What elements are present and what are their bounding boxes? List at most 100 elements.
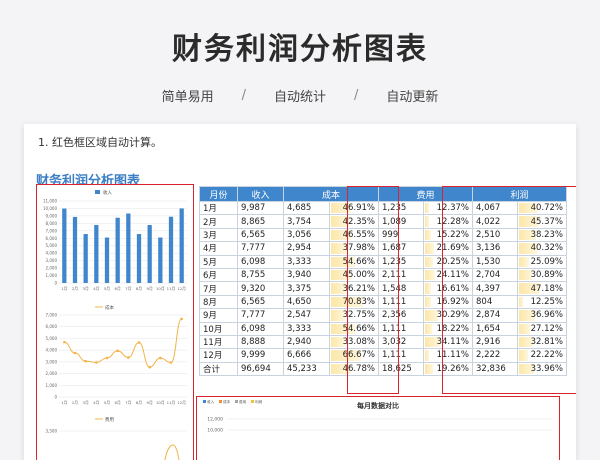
y-tick-label: 7,000: [46, 313, 58, 318]
ratio-bar: [519, 256, 530, 267]
cell-inc: 6,565: [237, 294, 284, 310]
cell-pp: 25.09%: [517, 254, 567, 269]
x-tick-label: 5月: [104, 400, 110, 405]
ratio-bar: [519, 350, 528, 361]
table-row: 7月 9,320 3,375 36.21% 1,548 16.61% 4,397 47.18%: [199, 281, 567, 296]
cell-fp: 18.22%: [423, 321, 473, 336]
y-tick-label: 9,000: [46, 213, 58, 218]
cell-fp: 24.11%: [423, 267, 473, 283]
cell-m: 合计: [199, 361, 238, 377]
cell-profit: 4,397: [471, 281, 519, 296]
cost-point: [95, 361, 98, 364]
cell-m: 5月: [199, 254, 238, 269]
cell-profit: 4,022: [471, 214, 519, 229]
cell-fee: 1,235: [377, 200, 425, 216]
table-row: 3月 6,565 3,056 46.55% 999 15.22% 2,510 38.23%: [199, 227, 567, 243]
header-fee: 费用: [378, 186, 473, 202]
income-bar: [126, 213, 131, 283]
cell-fp: 30.29%: [423, 308, 473, 323]
ratio-value: 12.28%: [436, 216, 469, 227]
ratio-bar: [425, 243, 434, 254]
cell-m: 1月: [199, 200, 238, 216]
ratio-value: 36.96%: [530, 310, 563, 321]
ratio-value: 16.92%: [436, 296, 469, 307]
cost-point: [63, 340, 66, 344]
cell-m: 9月: [199, 308, 238, 323]
cell-cp: 37.98%: [328, 241, 380, 256]
y-tick-label: 1,000: [46, 383, 58, 388]
income-bar: [94, 225, 99, 283]
income-bar: [158, 237, 163, 283]
legend-swatch: [235, 400, 238, 403]
cell-cost: 3,056: [283, 227, 330, 243]
cell-inc: 7,777: [237, 241, 284, 256]
cell-m: 2月: [199, 214, 238, 229]
monthly-compare-chart: 每月数据对比 收入 成本 费用 利润 12,000 10,000: [196, 396, 560, 460]
y-tick-label: 10,000: [207, 428, 223, 434]
cell-cost: 4,650: [283, 294, 330, 310]
y-tick-label: 11,000: [43, 199, 57, 204]
ratio-value: 16.61%: [436, 283, 469, 294]
cell-fp: 15.22%: [423, 227, 473, 243]
cell-fee: 1,111: [377, 294, 425, 310]
y-tick-label: 7,000: [46, 228, 58, 233]
ratio-value: 24.11%: [436, 270, 469, 281]
cell-fee: 1,111: [377, 348, 425, 363]
x-tick-label: 6月: [115, 286, 121, 291]
x-tick-label: 3月: [83, 286, 89, 291]
income-bar: [115, 217, 120, 283]
y-tick-label: 4,000: [46, 251, 58, 256]
ratio-value: 25.09%: [530, 256, 563, 267]
cell-profit: 2,874: [471, 308, 519, 323]
cell-cp: 33.08%: [328, 334, 380, 350]
x-tick-label: 8月: [136, 286, 142, 291]
header-month: 月份: [199, 186, 238, 202]
x-tick-label: 11月: [167, 286, 176, 291]
ratio-value: 36.21%: [342, 283, 375, 294]
cell-m: 8月: [199, 294, 238, 310]
cell-pp: 12.25%: [517, 294, 567, 310]
cell-m: 10月: [199, 321, 238, 336]
cell-pp: 27.12%: [517, 321, 567, 336]
ratio-value: 33.96%: [530, 363, 563, 374]
y-tick-label: 5,000: [46, 336, 58, 341]
cell-cp: 46.91%: [328, 200, 380, 216]
cell-cost: 3,333: [283, 254, 330, 269]
ratio-value: 30.29%: [436, 310, 469, 321]
cost-series-line: [64, 318, 183, 368]
ratio-value: 66.67%: [342, 350, 375, 361]
ratio-value: 27.12%: [530, 323, 563, 334]
x-tick-label: 12月: [177, 286, 186, 291]
cell-profit: 804: [471, 294, 519, 310]
cell-inc: 8,865: [237, 214, 284, 229]
cell-cp: 66.67%: [328, 348, 380, 363]
instruction-note: 1. 红色框区域自动计算。: [38, 136, 162, 149]
header-cost: 成本: [283, 186, 379, 202]
income-bar: [168, 216, 174, 283]
ratio-value: 42.35%: [342, 216, 375, 227]
cell-fee: 2,356: [377, 308, 425, 323]
table-row: 11月 8,888 2,940 33.08% 3,032 34.11% 2,916 32.81…: [199, 334, 567, 350]
ratio-value: 32.75%: [342, 310, 375, 321]
cell-profit: 2,222: [471, 348, 519, 363]
x-tick-label: 8月: [136, 400, 142, 405]
y-tick-label: 6,000: [46, 324, 58, 329]
cost-point: [180, 317, 183, 321]
cell-m: 3月: [199, 227, 238, 243]
y-tick-label: 2,000: [46, 266, 58, 271]
x-tick-label: 7月: [125, 400, 131, 405]
cell-cost: 2,940: [283, 334, 330, 350]
cell-inc: 9,999: [237, 348, 284, 363]
cell-cost: 45,233: [283, 361, 330, 377]
ratio-bar: [519, 296, 524, 308]
cell-cp: 46.78%: [328, 361, 380, 377]
ratio-value: 33.08%: [342, 337, 375, 348]
ratio-value: 34.11%: [436, 337, 469, 348]
ratio-value: 54.66%: [342, 323, 375, 334]
table-total-row: 合计 96,694 45,233 46.78% 18,625 19.26% 32,836 33…: [199, 361, 567, 377]
cell-inc: 8,888: [237, 334, 284, 350]
cell-fp: 12.28%: [423, 214, 473, 229]
cell-pp: 32.81%: [517, 334, 567, 350]
separator: /: [354, 88, 359, 103]
ratio-value: 15.22%: [436, 229, 469, 240]
